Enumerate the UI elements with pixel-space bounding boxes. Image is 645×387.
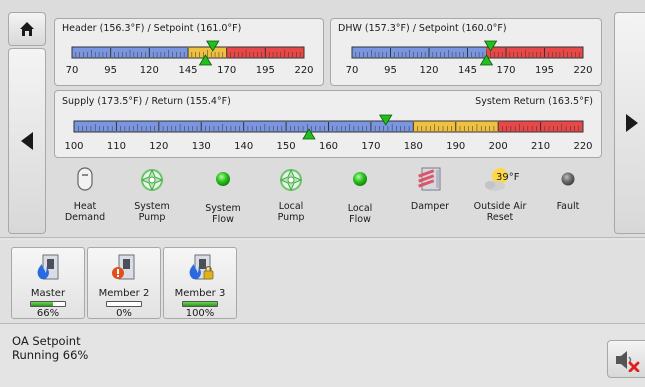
status-panel: OA Setpoint Running 66% [0,325,645,387]
boiler-load-bar [182,301,218,307]
gauge-tick-label: 95 [104,65,118,76]
supply-gauge[interactable]: Supply (173.5°F) / Return (155.4°F) Syst… [54,90,602,158]
boiler-percent: 100% [185,308,215,319]
header-gauge[interactable]: Header (156.3°F) / Setpoint (161.0°F) 70… [54,18,324,86]
boiler-card-master[interactable]: Master 66% [11,247,85,319]
outside-air-reset-label: Outside Air Reset [473,201,527,223]
mute-button[interactable] [607,340,645,378]
gauge-tick-label: 130 [191,141,211,152]
home-icon [20,22,34,36]
next-page-button[interactable] [614,12,645,234]
outside-air-temp: 39°F [496,172,520,183]
boiler-load-fill [183,302,217,306]
local-flow-label: Local Flow [347,203,373,225]
gauge-tick-label: 140 [234,141,254,152]
gauge-tick-label: 150 [276,141,296,152]
gauge-tick-label: 170 [496,65,516,76]
damper-icon [418,167,441,191]
gauge-tick-label: 195 [255,65,275,76]
gauge-tick-label: 220 [294,65,314,76]
gauge-tick-label: 70 [345,65,359,76]
boiler-name: Member 2 [98,288,150,299]
gauge-tick-label: 170 [217,65,237,76]
gauge-tick-label: 95 [384,65,397,76]
boiler-percent: 66% [36,308,60,319]
green-led-icon [216,172,230,186]
gauge-tick-label: 200 [488,141,508,152]
boiler-load-fill [31,302,54,306]
boiler-load-bar [30,301,66,307]
dhw-gauge-labels: 70 95 120 145 170 195 220 [331,19,601,85]
boiler-flame-icon [37,254,59,280]
gauge-tick-label: 170 [361,141,381,152]
gauge-tick-label: 190 [446,141,466,152]
fault-label: Fault [556,201,580,212]
gauge-tick-label: 120 [419,65,439,76]
previous-page-button[interactable] [8,48,46,234]
thermostat-icon [77,167,93,191]
grey-led-icon [561,172,575,186]
system-pump-label: System Pump [134,201,170,223]
boiler-flame-lock-icon [189,254,214,280]
gauge-tick-label: 195 [534,65,555,76]
boiler-alert-icon [112,254,135,280]
local-pump-label: Local Pump [277,201,305,223]
status-line-2: Running 66% [12,348,89,362]
heat-demand-label: Heat Demand [64,201,106,223]
header-gauge-labels: 70 95 120 145 170 195 220 [55,19,323,85]
pump-icon [279,168,303,192]
pump-icon [140,168,164,192]
status-line-1: OA Setpoint [12,334,81,348]
gauge-tick-label: 220 [573,141,593,152]
gauge-tick-label: 160 [318,141,339,152]
system-flow-label: System Flow [205,203,241,225]
triangle-right-icon [625,114,638,132]
gauge-tick-label: 120 [139,65,159,76]
gauge-tick-label: 220 [573,65,593,76]
boiler-panel: Master 66% Member 2 0% Member 3 100% [0,240,645,324]
boiler-load-bar [106,301,142,307]
gauge-tick-label: 210 [531,141,551,152]
speaker-muted-icon [616,351,640,372]
boiler-name: Member 3 [174,288,226,299]
boiler-card-member-3[interactable]: Member 3 100% [163,247,237,319]
home-button[interactable] [8,12,46,46]
boiler-card-member-2[interactable]: Member 2 0% [87,247,161,319]
green-led-icon [353,172,367,186]
damper-label: Damper [410,201,450,212]
triangle-left-icon [21,132,33,150]
boiler-name: Master [30,288,66,299]
dhw-gauge[interactable]: DHW (157.3°F) / Setpoint (160.0°F) 70 95 1… [330,18,602,86]
supply-gauge-labels: 100 110 120 130 140 150 160 170 180 190 200 210 220 [55,91,601,157]
boiler-percent: 0% [116,308,132,319]
main-panel: Header (156.3°F) / Setpoint (161.0°F) 70… [0,0,645,238]
gauge-tick-label: 180 [403,141,423,152]
gauge-tick-label: 70 [65,65,79,76]
gauge-tick-label: 120 [149,141,169,152]
gauge-tick-label: 110 [106,141,126,152]
gauge-tick-label: 100 [64,141,84,152]
gauge-tick-label: 145 [457,65,478,76]
status-icons-row: Heat Demand System Pump System Flow Loca… [60,165,610,235]
gauge-tick-label: 145 [178,65,198,76]
